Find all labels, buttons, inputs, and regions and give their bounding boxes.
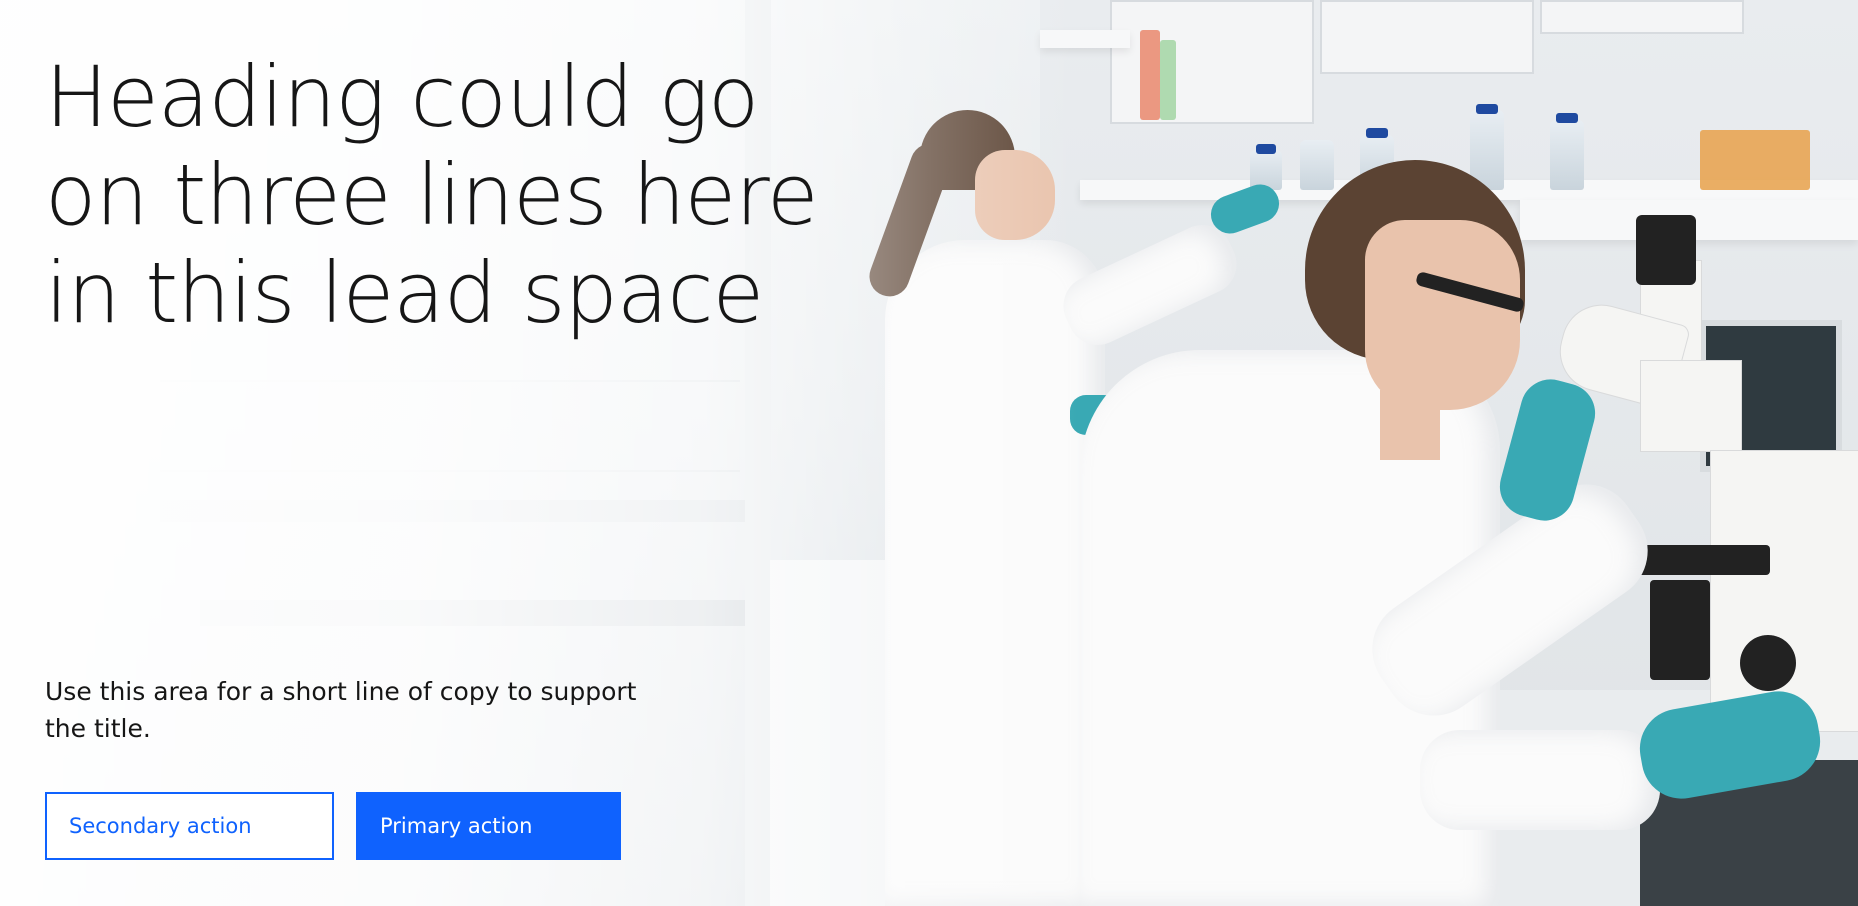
lead-space: Heading could go on three lines here in … bbox=[0, 0, 1858, 906]
page-title: Heading could go on three lines here in … bbox=[45, 48, 819, 342]
primary-action-button[interactable]: Primary action bbox=[356, 792, 621, 860]
lead-space-content: Heading could go on three lines here in … bbox=[45, 0, 845, 906]
secondary-action-button[interactable]: Secondary action bbox=[45, 792, 334, 860]
button-group: Secondary action Primary action bbox=[45, 792, 621, 860]
lead-copy: Use this area for a short line of copy t… bbox=[45, 677, 637, 743]
